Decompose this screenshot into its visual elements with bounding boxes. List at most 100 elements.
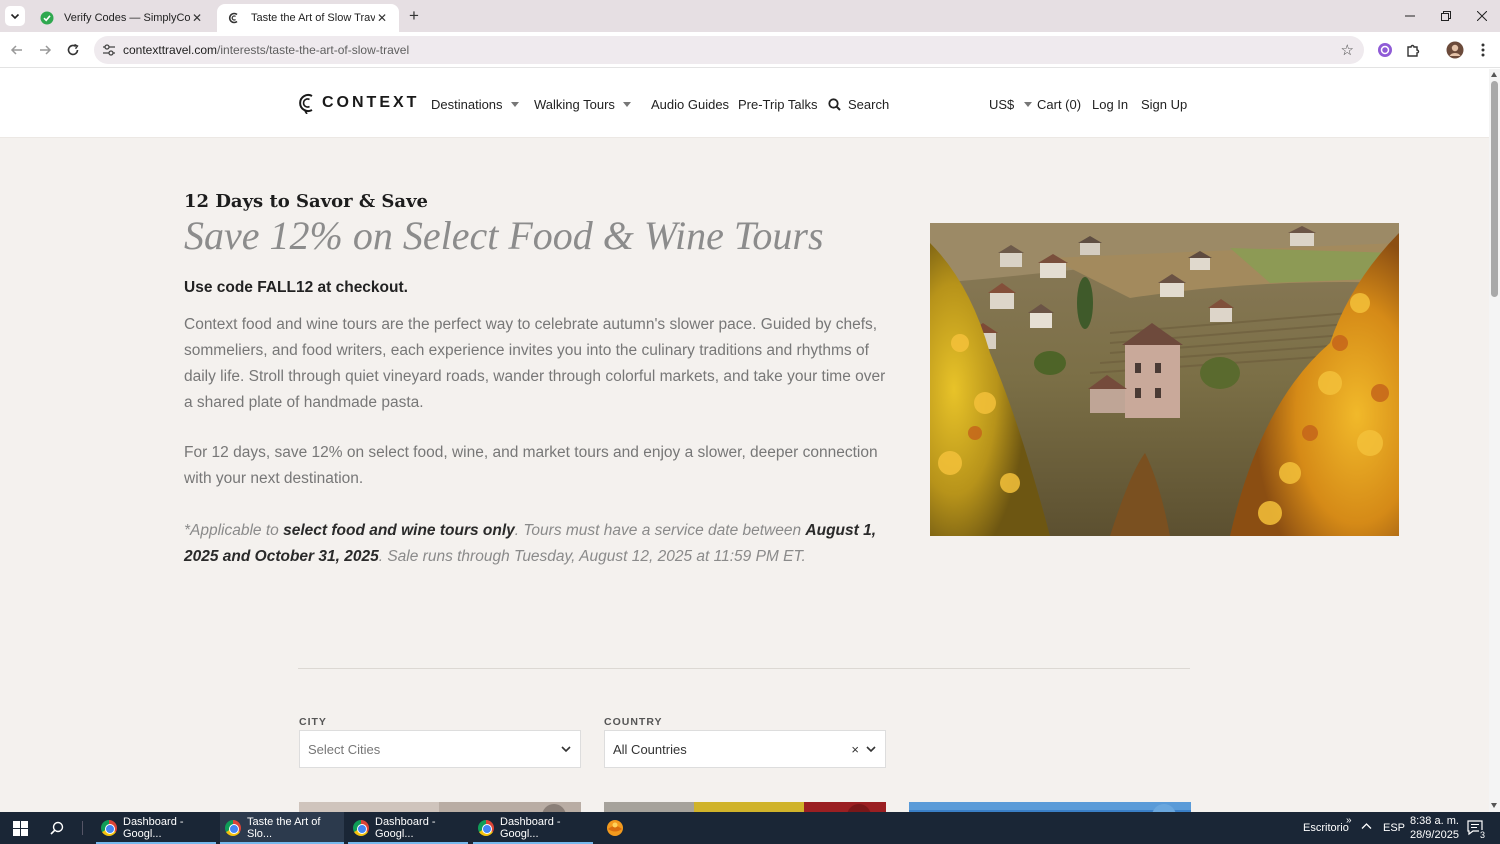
search-icon xyxy=(50,821,64,835)
city-filter-label: CITY xyxy=(299,716,327,728)
restore-icon[interactable] xyxy=(1428,0,1464,32)
chrome-icon xyxy=(101,820,117,836)
windows-logo-icon xyxy=(13,820,28,836)
toolbar-expand-icon[interactable]: » xyxy=(1346,815,1352,826)
tour-card-image[interactable] xyxy=(909,802,1191,812)
taskbar-chrome-window-4[interactable]: Dashboard - Googl... xyxy=(473,812,593,844)
clear-selection-icon[interactable]: × xyxy=(851,742,859,757)
tray-overflow-icon[interactable] xyxy=(1361,821,1372,835)
browser-menu-icon[interactable] xyxy=(1473,40,1493,60)
section-divider xyxy=(298,668,1190,669)
chrome-icon xyxy=(225,820,241,836)
country-filter-label: COUNTRY xyxy=(604,716,663,728)
windows-taskbar: Dashboard - Googl... Taste the Art of Sl… xyxy=(0,812,1500,844)
taskbar-separator xyxy=(82,821,83,835)
context-logo[interactable]: CONTEXT xyxy=(298,92,419,114)
forward-arrow-icon[interactable] xyxy=(35,40,55,60)
address-bar[interactable]: contexttravel.com/interests/taste-the-ar… xyxy=(94,36,1364,64)
taskbar-window-title: Dashboard - Googl... xyxy=(375,816,436,840)
language-indicator[interactable]: ESP xyxy=(1383,822,1405,834)
taskbar-app-icon[interactable] xyxy=(601,812,629,844)
profile-avatar[interactable] xyxy=(1445,40,1465,60)
chrome-icon xyxy=(353,820,369,836)
taskbar-window-title: Taste the Art of Slo... xyxy=(247,816,321,840)
city-select[interactable]: Select Cities xyxy=(299,730,581,768)
caret-down-icon xyxy=(510,102,519,107)
scroll-up-arrow-icon[interactable] xyxy=(1491,72,1497,77)
url-text: contexttravel.com/interests/taste-the-ar… xyxy=(123,43,409,57)
clock-date[interactable]: 28/9/2025 xyxy=(1410,829,1459,841)
cart-link[interactable]: Cart (0) xyxy=(1037,97,1081,112)
tour-card-image[interactable] xyxy=(299,802,581,812)
taskbar-chrome-window-3[interactable]: Dashboard - Googl... xyxy=(348,812,468,844)
caret-down-icon xyxy=(622,102,631,107)
scrollbar-thumb[interactable] xyxy=(1491,81,1498,297)
site-header: CONTEXT Destinations Walking Tours Audio… xyxy=(0,69,1489,138)
chevron-down-icon xyxy=(10,13,20,20)
fine-print-text: . Sale runs through Tuesday, August 12, … xyxy=(378,548,806,565)
tour-card-image[interactable] xyxy=(604,802,886,812)
site-settings-icon[interactable] xyxy=(102,43,116,62)
fine-print-text: *Applicable to xyxy=(184,522,284,539)
country-select[interactable]: All Countries × xyxy=(604,730,886,768)
reload-icon[interactable] xyxy=(63,40,83,60)
url-path: /interests/taste-the-art-of-slow-travel xyxy=(217,43,410,57)
promo-headline: Save 12% on Select Food & Wine Tours xyxy=(184,213,824,258)
start-button[interactable] xyxy=(6,812,40,844)
simplycodes-favicon-icon xyxy=(40,11,54,25)
nav-audio-guides[interactable]: Audio Guides xyxy=(651,97,729,112)
search-icon xyxy=(828,98,841,111)
currency-label: US$ xyxy=(989,97,1015,112)
tab-simplycodes[interactable]: Verify Codes — SimplyCodes ✕ xyxy=(30,4,214,32)
promo-code-line: Use code FALL12 at checkout. xyxy=(184,279,408,296)
context-favicon-icon xyxy=(227,11,241,25)
caret-down-icon xyxy=(1024,102,1033,107)
back-arrow-icon[interactable] xyxy=(7,40,27,60)
url-domain: contexttravel.com xyxy=(123,43,218,57)
nav-search-label: Search xyxy=(848,97,890,112)
nav-destinations[interactable]: Destinations xyxy=(431,97,519,112)
desktop-label[interactable]: Escritorio xyxy=(1303,822,1349,834)
promo-paragraph-1: Context food and wine tours are the perf… xyxy=(184,316,886,411)
orange-app-icon xyxy=(607,820,623,836)
nav-search[interactable]: Search xyxy=(828,97,889,112)
promo-fine-print: *Applicable to select food and wine tour… xyxy=(184,518,884,570)
logo-text: CONTEXT xyxy=(322,94,420,111)
close-tab-icon[interactable]: ✕ xyxy=(190,11,204,25)
browser-toolbar: contexttravel.com/interests/taste-the-ar… xyxy=(0,32,1500,68)
taskbar-search-button[interactable] xyxy=(44,812,72,844)
tab-context-travel[interactable]: Taste the Art of Slow Travel ✕ xyxy=(217,4,399,32)
page-scrollbar[interactable] xyxy=(1489,69,1500,812)
notification-count: 3 xyxy=(1479,830,1487,840)
close-window-icon[interactable] xyxy=(1464,0,1500,32)
scroll-down-arrow-icon[interactable] xyxy=(1491,803,1497,808)
promo-kicker: 12 Days to Savor & Save xyxy=(184,191,429,212)
nav-walking-tours-label: Walking Tours xyxy=(534,97,615,112)
currency-selector[interactable]: US$ xyxy=(989,97,1033,112)
chevron-down-icon xyxy=(866,746,876,753)
signup-link[interactable]: Sign Up xyxy=(1141,97,1187,112)
context-logo-icon xyxy=(299,94,313,114)
taskbar-chrome-window-1[interactable]: Dashboard - Googl... xyxy=(96,812,216,844)
chevron-down-icon xyxy=(561,746,571,753)
taskbar-window-title: Dashboard - Googl... xyxy=(500,816,561,840)
taskbar-window-title: Dashboard - Googl... xyxy=(123,816,184,840)
login-link[interactable]: Log In xyxy=(1092,97,1128,112)
fine-print-text: . Tours must have a service date between xyxy=(514,522,806,539)
city-select-value: Select Cities xyxy=(308,741,381,757)
nav-pre-trip-talks[interactable]: Pre-Trip Talks xyxy=(738,97,817,112)
tab-title: Verify Codes — SimplyCodes xyxy=(64,12,190,24)
vineyard-village-image xyxy=(930,223,1399,536)
extension-purple-icon[interactable] xyxy=(1375,40,1395,60)
extensions-puzzle-icon[interactable] xyxy=(1403,40,1423,60)
country-select-value: All Countries xyxy=(613,741,687,757)
tab-search-button[interactable] xyxy=(5,6,25,26)
minimize-icon[interactable] xyxy=(1392,0,1428,32)
nav-destinations-label: Destinations xyxy=(431,97,503,112)
clock-time[interactable]: 8:38 a. m. xyxy=(1410,815,1459,827)
close-tab-icon[interactable]: ✕ xyxy=(375,11,389,25)
nav-walking-tours[interactable]: Walking Tours xyxy=(534,97,631,112)
taskbar-chrome-window-2[interactable]: Taste the Art of Slo... xyxy=(220,812,344,844)
bookmark-star-icon[interactable]: ☆ xyxy=(1341,41,1354,59)
new-tab-plus-icon[interactable]: + xyxy=(404,6,424,26)
